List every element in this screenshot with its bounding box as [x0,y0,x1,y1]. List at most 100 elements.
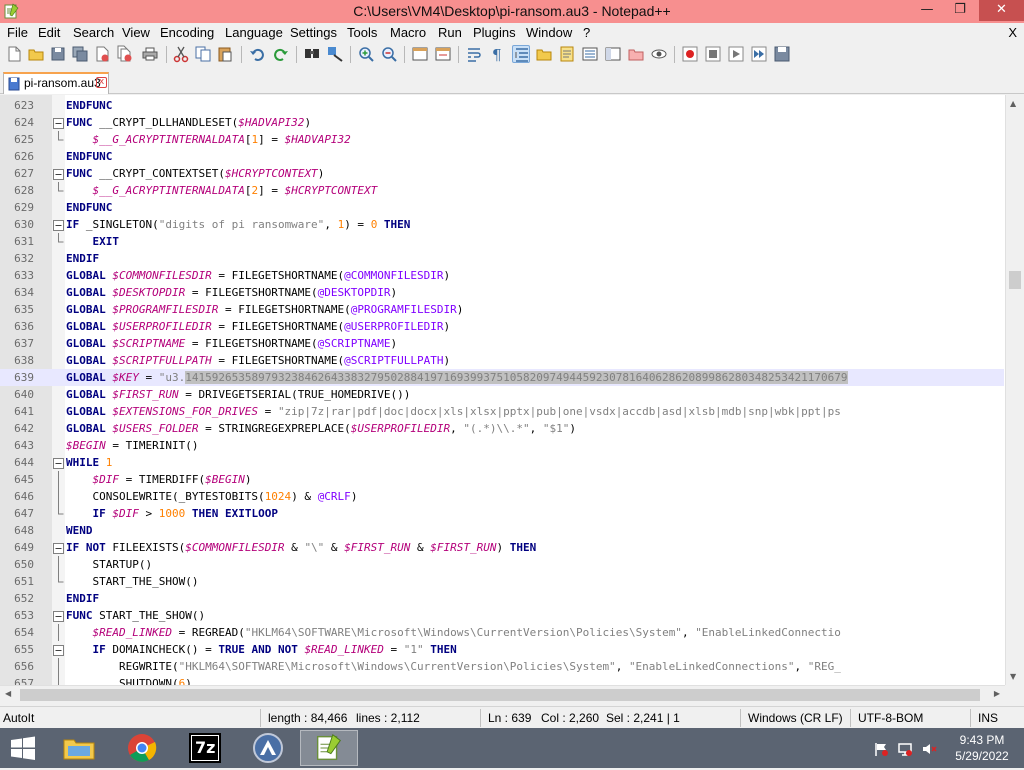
code-line[interactable]: 646 CONSOLEWRITE(_BYTESTOBITS(1024) & @C… [0,488,1004,505]
cut-icon[interactable] [172,45,190,63]
code-line[interactable]: 653 FUNC START_THE_SHOW() [0,607,1004,624]
code-line[interactable]: 634 GLOBAL $DESKTOPDIR = FILEGETSHORTNAME… [0,284,1004,301]
fold-toggle-icon[interactable] [53,219,64,232]
save-icon[interactable] [49,45,67,63]
play-macro-icon[interactable] [727,45,745,63]
code-line[interactable]: 642 GLOBAL $USERS_FOLDER = STRINGREGEXPRE… [0,420,1004,437]
code-line[interactable]: 628 $__G_ACRYPTINTERNALDATA[2] = $HCRYPT… [0,182,1004,199]
record-macro-icon[interactable] [681,45,699,63]
new-file-icon[interactable] [5,45,23,63]
restore-button[interactable]: ❐ [945,0,975,21]
fold-toggle-icon[interactable] [53,542,64,555]
indent-guide-icon[interactable] [512,45,530,63]
vertical-scroll-thumb[interactable] [1009,271,1021,289]
code-line[interactable]: 637 GLOBAL $SCRIPTNAME = FILEGETSHORTNAME… [0,335,1004,352]
code-line[interactable]: 644 WHILE 1 [0,454,1004,471]
doc-map-icon[interactable] [558,45,576,63]
code-line[interactable]: 631 EXIT [0,233,1004,250]
zoom-in-icon[interactable] [357,45,375,63]
code-line[interactable]: 633 GLOBAL $COMMONFILESDIR = FILEGETSHORT… [0,267,1004,284]
status-encoding[interactable]: UTF-8-BOM [858,711,923,725]
menu-search[interactable]: Search [73,25,114,40]
word-wrap-icon[interactable] [465,45,483,63]
folder-as-workspace-icon[interactable] [535,45,553,63]
fold-toggle-icon[interactable] [53,168,64,181]
menu-help[interactable]: ? [583,25,590,40]
undo-icon[interactable] [248,45,266,63]
code-line[interactable]: 650 STARTUP() [0,556,1004,573]
taskbar-notepadpp[interactable] [300,730,358,766]
open-file-icon[interactable] [27,45,45,63]
code-line[interactable]: 640 GLOBAL $FIRST_RUN = DRIVEGETSERIAL(TR… [0,386,1004,403]
paste-icon[interactable] [216,45,234,63]
taskbar-chrome[interactable] [113,730,171,766]
menu-edit[interactable]: Edit [38,25,60,40]
code-line[interactable]: 639 GLOBAL $KEY = "u3.1415926535897932384… [0,369,1004,386]
taskbar-7zip[interactable]: 7z [176,730,234,766]
fold-toggle-icon[interactable] [53,610,64,623]
code-line[interactable]: 629 ENDFUNC [0,199,1004,216]
save-macro-icon[interactable] [773,45,791,63]
code-line[interactable]: 648 WEND [0,522,1004,539]
system-clock[interactable]: 9:43 PM 5/29/2022 [947,732,1017,764]
action-center-flag-icon[interactable] [873,741,889,757]
tab-pi-ransom[interactable]: pi-ransom.au3 x [3,72,109,94]
sync-vertical-icon[interactable] [411,45,429,63]
horizontal-scrollbar[interactable]: ◀ ▶ [0,685,1005,703]
taskbar-autoit[interactable] [239,730,297,766]
code-line[interactable]: 645 $DIF = TIMERDIFF($BEGIN) [0,471,1004,488]
folder-icon[interactable] [627,45,645,63]
sync-horizontal-icon[interactable] [434,45,452,63]
taskbar-file-explorer[interactable] [50,730,108,766]
redo-icon[interactable] [272,45,290,63]
code-line[interactable]: 626 ENDFUNC [0,148,1004,165]
code-line[interactable]: 623 ENDFUNC [0,97,1004,114]
monitoring-icon[interactable] [650,45,668,63]
code-line[interactable]: 638 GLOBAL $SCRIPTFULLPATH = FILEGETSHORT… [0,352,1004,369]
close-window-button[interactable]: ✕ [979,0,1024,21]
menu-window[interactable]: Window [526,25,572,40]
function-list-icon[interactable] [604,45,622,63]
network-icon[interactable] [897,741,913,757]
code-line[interactable]: 654 $READ_LINKED = REGREAD("HKLM64\SOFTW… [0,624,1004,641]
show-all-chars-icon[interactable]: ¶ [488,45,506,63]
menu-settings[interactable]: Settings [290,25,337,40]
print-icon[interactable] [141,45,159,63]
save-all-icon[interactable] [71,45,89,63]
run-macro-multiple-icon[interactable] [750,45,768,63]
close-document-button[interactable]: X [1008,25,1017,40]
menu-macro[interactable]: Macro [390,25,426,40]
code-line[interactable]: 641 GLOBAL $EXTENSIONS_FOR_DRIVES = "zip|… [0,403,1004,420]
vertical-scrollbar[interactable]: ▲ ▼ [1005,95,1024,685]
scroll-down-icon[interactable]: ▼ [1010,672,1016,681]
title-bar[interactable]: C:\Users\VM4\Desktop\pi-ransom.au3 - Not… [0,0,1024,23]
scroll-right-icon[interactable]: ▶ [994,689,1000,698]
volume-muted-icon[interactable] [921,741,937,757]
minimize-button[interactable]: — [912,0,942,21]
stop-macro-icon[interactable] [704,45,722,63]
code-line[interactable]: 635 GLOBAL $PROGRAMFILESDIR = FILEGETSHOR… [0,301,1004,318]
close-file-icon[interactable] [93,45,111,63]
menu-plugins[interactable]: Plugins [473,25,516,40]
code-line[interactable]: 651 START_THE_SHOW() [0,573,1004,590]
close-all-icon[interactable] [115,45,133,63]
tab-close-icon[interactable]: x [96,77,107,88]
code-line[interactable]: 652 ENDIF [0,590,1004,607]
code-line[interactable]: 630 IF _SINGLETON("digits of pi ransomwar… [0,216,1004,233]
menu-run[interactable]: Run [438,25,462,40]
code-line[interactable]: 636 GLOBAL $USERPROFILEDIR = FILEGETSHORT… [0,318,1004,335]
copy-icon[interactable] [194,45,212,63]
find-icon[interactable] [303,45,321,63]
zoom-out-icon[interactable] [380,45,398,63]
code-line[interactable]: 625 $__G_ACRYPTINTERNALDATA[1] = $HADVAP… [0,131,1004,148]
menu-encoding[interactable]: Encoding [160,25,214,40]
scroll-up-icon[interactable]: ▲ [1010,99,1016,108]
code-line[interactable]: 632 ENDIF [0,250,1004,267]
code-line[interactable]: 656 REGWRITE("HKLM64\SOFTWARE\Microsoft\… [0,658,1004,675]
doc-list-icon[interactable] [581,45,599,63]
menu-language[interactable]: Language [225,25,283,40]
editor-area[interactable]: 623 ENDFUNC 624 FUNC __CRYPT_DLLHANDLESET($… [0,95,1024,685]
code-line[interactable]: 624 FUNC __CRYPT_DLLHANDLESET($HADVAPI32) [0,114,1004,131]
fold-toggle-icon[interactable] [53,457,64,470]
scroll-left-icon[interactable]: ◀ [5,689,11,698]
